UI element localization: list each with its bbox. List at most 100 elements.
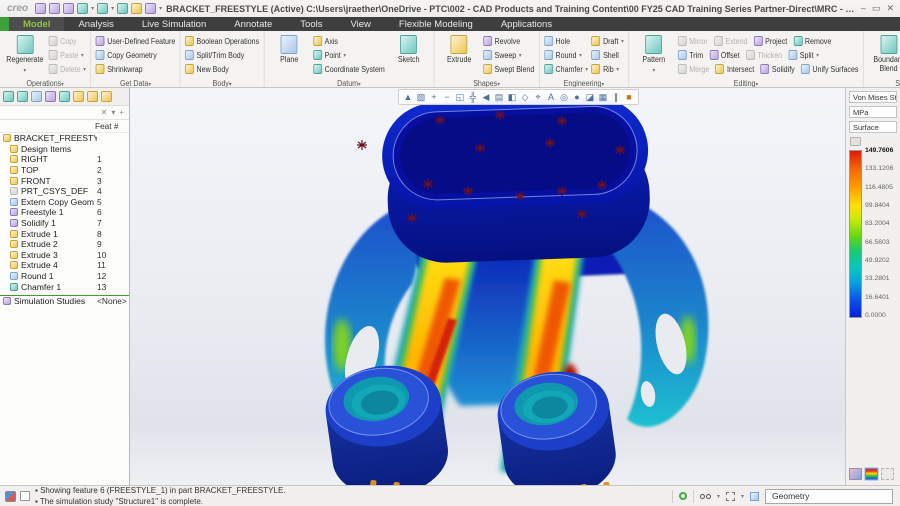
box-select-icon[interactable]: ▧	[415, 93, 427, 102]
tree-item-extrude-2[interactable]: Extrude 29	[0, 239, 129, 250]
tree-item-solidify-1[interactable]: Solidify 17	[0, 218, 129, 229]
stop-icon[interactable]: ■	[623, 93, 635, 102]
regeneration-status-icon[interactable]	[679, 492, 687, 500]
legend-options-button[interactable]	[850, 137, 861, 146]
tree-item-round-1[interactable]: Round 112	[0, 271, 129, 282]
tree-item-design-items[interactable]: Design Items	[0, 144, 129, 155]
model-viewport[interactable]	[130, 88, 845, 485]
named-views-icon[interactable]: ▤	[493, 93, 505, 102]
tree-item-right[interactable]: RIGHT1	[0, 154, 129, 165]
group-label-get-data[interactable]: Get Data▾	[91, 79, 179, 88]
tree-item-extrude-4[interactable]: Extrude 411	[0, 260, 129, 271]
coordinate-system-button[interactable]: Coordinate System	[313, 63, 385, 75]
find-caret-icon[interactable]: ▾	[717, 493, 720, 500]
revolve-button[interactable]: Revolve	[483, 35, 534, 47]
window-arrange-icon[interactable]	[131, 3, 142, 14]
tab-flexible-modeling[interactable]: Flexible Modeling	[385, 17, 487, 31]
boundary-blend-button[interactable]: Boundary Blend	[868, 33, 900, 74]
tree-item-extrude-1[interactable]: Extrude 18	[0, 228, 129, 239]
tree-item-bracket-freestyle-prt[interactable]: BRACKET_FREESTYLE.PRT	[0, 133, 129, 144]
lock-icon[interactable]	[101, 91, 112, 102]
tab-view[interactable]: View	[336, 17, 384, 31]
point-button[interactable]: Point▾	[313, 49, 385, 61]
maximize-button[interactable]: ▭	[872, 4, 881, 13]
tree-item-front[interactable]: FRONT3	[0, 175, 129, 186]
trim-button[interactable]: Trim	[678, 49, 703, 61]
group-label-surfaces[interactable]: Surfaces▾	[864, 79, 900, 88]
tree-item-chamfer-1[interactable]: Chamfer 113	[0, 281, 129, 292]
pause-icon[interactable]: ∥	[610, 93, 622, 102]
round-button[interactable]: Round▾	[544, 49, 588, 61]
graphics-area[interactable]: ▲▧+−◱╬◀▤◧◇⌖A◎●◪▦∥■	[130, 88, 845, 485]
regenerate-icon[interactable]	[117, 3, 128, 14]
group-label-shapes[interactable]: Shapes▾	[434, 79, 538, 88]
legend-display-icon[interactable]	[865, 468, 878, 480]
group-label-editing[interactable]: Editing▾	[629, 79, 863, 88]
selection-caret-icon[interactable]: ▾	[741, 493, 744, 500]
new-body-button[interactable]: New Body	[185, 63, 259, 75]
add-column-icon[interactable]: +	[119, 109, 124, 117]
tab-applications[interactable]: Applications	[487, 17, 566, 31]
tab-model[interactable]: Model	[9, 17, 64, 31]
tab-annotate[interactable]: Annotate	[220, 17, 286, 31]
undo-icon[interactable]	[77, 3, 88, 14]
simulation-display-icon[interactable]: ▦	[597, 93, 609, 102]
draft-button[interactable]: Draft▾	[592, 35, 624, 47]
tab-tools[interactable]: Tools	[286, 17, 336, 31]
settings-icon[interactable]	[87, 91, 98, 102]
unify-surfaces-button[interactable]: Unify Surfaces	[801, 63, 859, 75]
tree-item-top[interactable]: TOP2	[0, 165, 129, 176]
sweep-button[interactable]: Sweep▾	[483, 49, 534, 61]
file-menu-button[interactable]	[0, 17, 9, 31]
group-label-body[interactable]: Body▾	[181, 79, 264, 88]
perspective-icon[interactable]: ◇	[519, 93, 531, 102]
tree-item-extrude-3[interactable]: Extrude 310	[0, 250, 129, 261]
close-button[interactable]: ✕	[886, 4, 894, 13]
select-parts-icon[interactable]	[750, 492, 759, 501]
favorites-icon[interactable]	[45, 91, 56, 102]
pan-icon[interactable]: ╬	[467, 93, 479, 102]
notification-icon[interactable]	[5, 491, 16, 502]
appearance-icon[interactable]: ●	[571, 93, 583, 102]
shell-button[interactable]: Shell	[592, 49, 624, 61]
refit-icon[interactable]: ◱	[454, 93, 466, 102]
selection-buffer-icon[interactable]	[726, 492, 735, 501]
tab-analysis[interactable]: Analysis	[64, 17, 127, 31]
shrinkwrap-button[interactable]: Shrinkwrap	[96, 63, 176, 75]
solidify-button[interactable]: Solidify	[760, 63, 794, 75]
result-unit-select[interactable]: MPa	[849, 106, 897, 118]
pattern-button[interactable]: Pattern▾	[633, 33, 674, 74]
layer-tree-icon[interactable]	[17, 91, 28, 102]
customize-icon[interactable]	[145, 3, 156, 14]
intersect-button[interactable]: Intersect	[716, 63, 755, 75]
selection-filter-combobox[interactable]: Geometry	[765, 489, 893, 504]
sketch-button[interactable]: Sketch	[388, 33, 429, 65]
result-display-select[interactable]: Surface	[849, 121, 897, 133]
group-label-operations[interactable]: Operations▾	[0, 79, 90, 88]
swept-blend-button[interactable]: Swept Blend	[483, 63, 534, 75]
zoom-out-icon[interactable]: −	[441, 93, 453, 102]
result-quantity-select[interactable]: Von Mises Stress	[849, 91, 897, 103]
section-icon[interactable]: ◪	[584, 93, 596, 102]
group-label-datum[interactable]: Datum▾	[264, 79, 433, 88]
history-icon[interactable]	[59, 91, 70, 102]
display-style-icon[interactable]: ◧	[506, 93, 518, 102]
offset-button[interactable]: Offset	[709, 49, 739, 61]
minimize-button[interactable]: –	[861, 4, 866, 13]
rib-button[interactable]: Rib▾	[592, 63, 624, 75]
spin-center-icon[interactable]: ◎	[558, 93, 570, 102]
regenerate-button[interactable]: Regenerate▾	[4, 33, 45, 74]
project-button[interactable]: Project	[754, 35, 788, 47]
clipping-icon[interactable]	[881, 468, 894, 480]
save-icon[interactable]	[63, 3, 74, 14]
model-tree-icon[interactable]	[3, 91, 14, 102]
redo-icon[interactable]	[97, 3, 108, 14]
show-icon[interactable]	[73, 91, 84, 102]
split-trim-body-button[interactable]: Split/Trim Body	[185, 49, 259, 61]
tree-item-prt-csys-def[interactable]: PRT_CSYS_DEF4	[0, 186, 129, 197]
open-file-icon[interactable]	[49, 3, 60, 14]
plane-button[interactable]: Plane	[269, 33, 310, 65]
clear-search-icon[interactable]: ✕	[101, 109, 108, 117]
search-options-icon[interactable]: ▾	[111, 109, 115, 117]
tab-live-simulation[interactable]: Live Simulation	[128, 17, 220, 31]
